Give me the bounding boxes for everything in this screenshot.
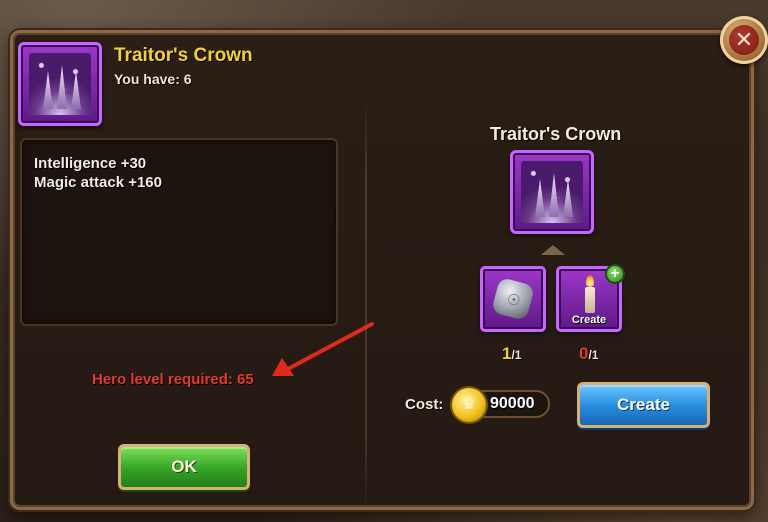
ingredient-count-candle: 0/1 — [579, 344, 598, 364]
stat-intelligence: Intelligence +30 — [34, 155, 147, 172]
gold-coin-icon: ♛ — [452, 388, 486, 422]
ingredient-count-stone: 1/1 — [502, 344, 521, 364]
cost-label: Cost: — [405, 396, 444, 413]
stone-need: /1 — [511, 348, 522, 362]
stat-magic-attack: Magic attack +160 — [34, 174, 162, 191]
chevron-up-icon — [541, 245, 565, 255]
crown-mark: ♛ — [461, 396, 477, 413]
recipe-result-icon[interactable] — [510, 150, 594, 234]
panel-divider — [365, 93, 367, 513]
red-arrow-icon — [272, 322, 374, 376]
you-have-label: You have: — [114, 71, 180, 87]
close-icon: ✕ — [729, 25, 759, 55]
traitors-crown-icon — [18, 42, 102, 126]
create-button[interactable]: Create — [577, 382, 710, 428]
plus-icon[interactable]: + — [605, 264, 625, 284]
item-title: Traitor's Crown — [114, 45, 253, 66]
cost-value: 90000 — [490, 395, 535, 412]
recipe-title: Traitor's Crown — [490, 124, 622, 144]
you-have-count: 6 — [183, 71, 192, 87]
stats-box: Intelligence +30 Magic attack +160 — [20, 138, 338, 326]
hero-level-required: Hero level required: 65 — [92, 371, 254, 388]
close-button[interactable]: ✕ — [720, 16, 768, 64]
flame-icon — [586, 275, 594, 287]
ingredient-create-label: Create — [571, 314, 607, 326]
ingredient-stone[interactable]: ☉ — [480, 266, 546, 332]
candle-icon — [585, 287, 595, 313]
rune-icon: ☉ — [507, 292, 521, 309]
candle-need: /1 — [588, 348, 599, 362]
you-have-text: You have: 6 — [114, 71, 192, 87]
ok-button[interactable]: OK — [118, 444, 250, 490]
